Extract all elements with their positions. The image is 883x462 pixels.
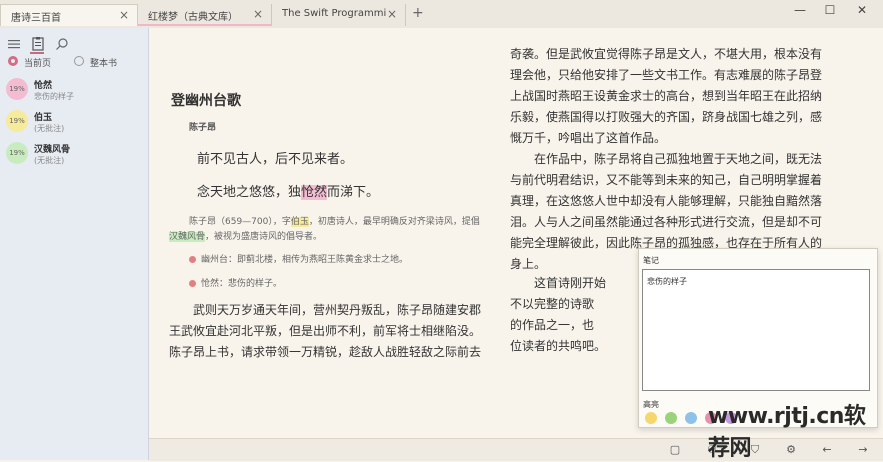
note-panel-header: 笔记 [643,256,659,265]
bio-text: 陈子昂（659—700），字 [189,217,291,227]
text-line: 的作品之一，也 [510,318,595,332]
footnote-text: 幽州台：即蓟北楼，相传为燕昭王陈黄金求士之地。 [201,255,409,265]
note-item[interactable]: 19% 汉魏风骨 (无批注) [6,140,144,170]
highlight-color-swatch[interactable] [685,412,697,424]
text-line: 乐毅，使燕国得以打败强大的齐国，跻身战国七雄之列，感 [510,110,823,124]
highlight-color-swatch[interactable] [665,412,677,424]
close-icon[interactable]: × [387,7,397,21]
whole-book-label: 整本书 [90,59,118,69]
note-item[interactable]: 19% 伯玉 (无批注) [6,108,144,138]
highlight-hanweifenggu[interactable]: 汉魏风骨 [169,232,206,242]
text-line: 这首诗刚开始 [534,276,607,290]
note-title: 怆然 [34,81,53,91]
book-icon[interactable]: ▢ [667,442,683,458]
percent-badge: 19% [6,78,28,100]
tab-bar: 唐诗三百首 × 红楼梦（古典文库） × The Swift Programmin… [0,0,883,29]
bio-line-2: 汉魏风骨，被视为盛唐诗风的倡导者。 [169,229,322,242]
tab-label: 唐诗三百首 [11,13,61,24]
current-page-radio[interactable] [8,56,18,66]
tab-hongloumeng[interactable]: 红楼梦（古典文库） × [138,4,272,26]
percent-badge: 19% [6,142,28,164]
text-line: 王武攸宜赴河北平叛，但是出师不利，前军将士相继陷没。 [169,324,482,338]
text-line: 在作品中，陈子昂将自己孤独地置于天地之间，既无法 [534,152,823,166]
text-line: 武则天万岁通天年间，营州契丹叛乱，陈子昂随建安郡 [193,303,482,317]
text-line: 理会他，只给他安排了一些文书工作。有志难展的陈子昂登 [510,68,823,82]
search-icon[interactable] [54,36,70,52]
tab-label: The Swift Programming Language (5 [282,8,386,19]
active-tab-indicator [30,52,44,54]
scope-selector: 当前页 整本书 [8,56,148,72]
close-window-button[interactable]: ✕ [850,3,874,17]
current-page-label: 当前页 [24,59,52,69]
left-paragraph-cont: 王武攸宜赴河北平叛，但是出师不利，前军将士相继陷没。 陈子昂上书，请求带领一万精… [169,321,481,363]
text-line: 位读者的共鸣吧。 [510,339,607,353]
left-paragraph: 武则天万岁通天年间，营州契丹叛乱，陈子昂随建安郡 [169,300,481,321]
highlight-color-swatch[interactable] [645,412,657,424]
note-subtitle: (无批注) [34,124,65,133]
new-tab-button[interactable]: + [412,5,424,21]
note-subtitle: 悲伤的样子 [34,92,74,101]
text-line: 上战国时燕昭王设黄金求士的高台，想到当年昭王在此招纳 [510,89,823,103]
maximize-button[interactable]: ☐ [818,3,842,17]
footnote-bullet-icon [189,256,196,263]
whole-book-radio[interactable] [74,56,84,66]
footnote-text: 怆然：悲伤的样子。 [201,279,283,289]
minimize-button[interactable]: — [788,3,812,17]
tab-tangshi[interactable]: 唐诗三百首 × [0,4,138,26]
footnote-bullet-icon [189,280,196,287]
footnote-2: 怆然：悲伤的样子。 [189,276,282,289]
footnote-1: 幽州台：即蓟北楼，相传为燕昭王陈黄金求士之地。 [189,252,408,265]
notes-icon[interactable] [30,36,46,52]
note-subtitle: (无批注) [34,156,65,165]
tab-label: 红楼梦（古典文库） [148,12,238,23]
poem-line-1: 前不见古人，后不见来者。 [197,152,354,167]
tab-swift[interactable]: The Swift Programming Language (5 × [272,4,406,26]
poem-author: 陈子昂 [189,123,217,133]
poem-line-2-start: 念天地之悠悠，独 [197,185,302,200]
bio-text: ，初唐诗人，最早明确反对齐梁诗风，提倡 [308,217,480,227]
right-paragraph-1: 奇袭。但是武攸宜觉得陈子昂是文人，不堪大用，根本没有 理会他，只给他安排了一些文… [510,44,822,149]
note-textarea[interactable]: 悲伤的样子 [642,269,870,391]
close-icon[interactable]: × [119,8,129,22]
bio-line-1: 陈子昂（659—700），字伯玉，初唐诗人，最早明确反对齐梁诗风，提倡 [189,214,480,227]
text-line: 与前代明君结识，又不能等到未来的知己，自己明明掌握着 [510,173,823,187]
text-line: 奇袭。但是武攸宜觉得陈子昂是文人，不堪大用，根本没有 [510,47,823,61]
text-line: 陈子昂上书，请求带领一万精锐，趁敌人战胜轻敌之际前去 [169,345,482,359]
highlight-boyu[interactable]: 伯玉 [290,217,309,227]
watermark: www.rjtj.cn软荐网 [708,404,866,461]
tab-underline [138,24,271,26]
right-paragraph-3: 这首诗刚开始 不以完整的诗歌 的作品之一，也 位读者的共鸣吧。 [510,273,606,357]
sidebar: 当前页 整本书 19% 怆然 悲伤的样子 19% 伯玉 (无批注) 19% 汉魏… [0,28,149,460]
highlight-header: 高亮 [643,400,659,409]
text-line: 不以完整的诗歌 [510,297,595,311]
highlight-chuangran[interactable]: 怆然 [301,185,328,200]
text-line: 泪。人与人之间虽然能通过各种形式进行交流，但是却不可 [510,215,823,229]
close-icon[interactable]: × [253,7,263,21]
text-line: 慨万千，吟唱出了这首作品。 [510,131,667,145]
note-title: 伯玉 [34,113,53,123]
bio-text: ，被视为盛唐诗风的倡导者。 [205,232,323,242]
poem-title: 登幽州台歌 [171,93,241,109]
text-line: 真理，在这悠悠人世中却没有人能够理解，只能独自黯然落 [510,194,823,208]
note-title: 汉魏风骨 [34,145,71,155]
note-text: 悲伤的样子 [647,277,687,286]
note-item[interactable]: 19% 怆然 悲伤的样子 [6,76,144,106]
list-icon[interactable] [6,36,22,52]
percent-badge: 19% [6,110,28,132]
poem-line-2-end: 而涕下。 [327,185,380,200]
poem-line-2: 念天地之悠悠，独怆然而涕下。 [197,181,379,200]
